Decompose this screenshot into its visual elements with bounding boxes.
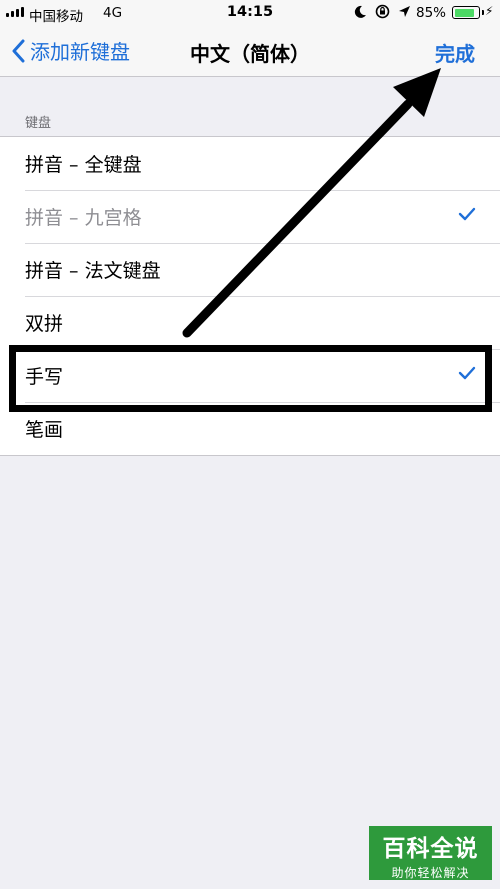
annotation-arrow-icon: [182, 68, 441, 338]
watermark-logo: 百科全说 助你轻松解决: [369, 826, 492, 880]
watermark-title: 百科全说: [382, 836, 479, 862]
watermark-subtitle: 助你轻松解决: [391, 866, 470, 880]
